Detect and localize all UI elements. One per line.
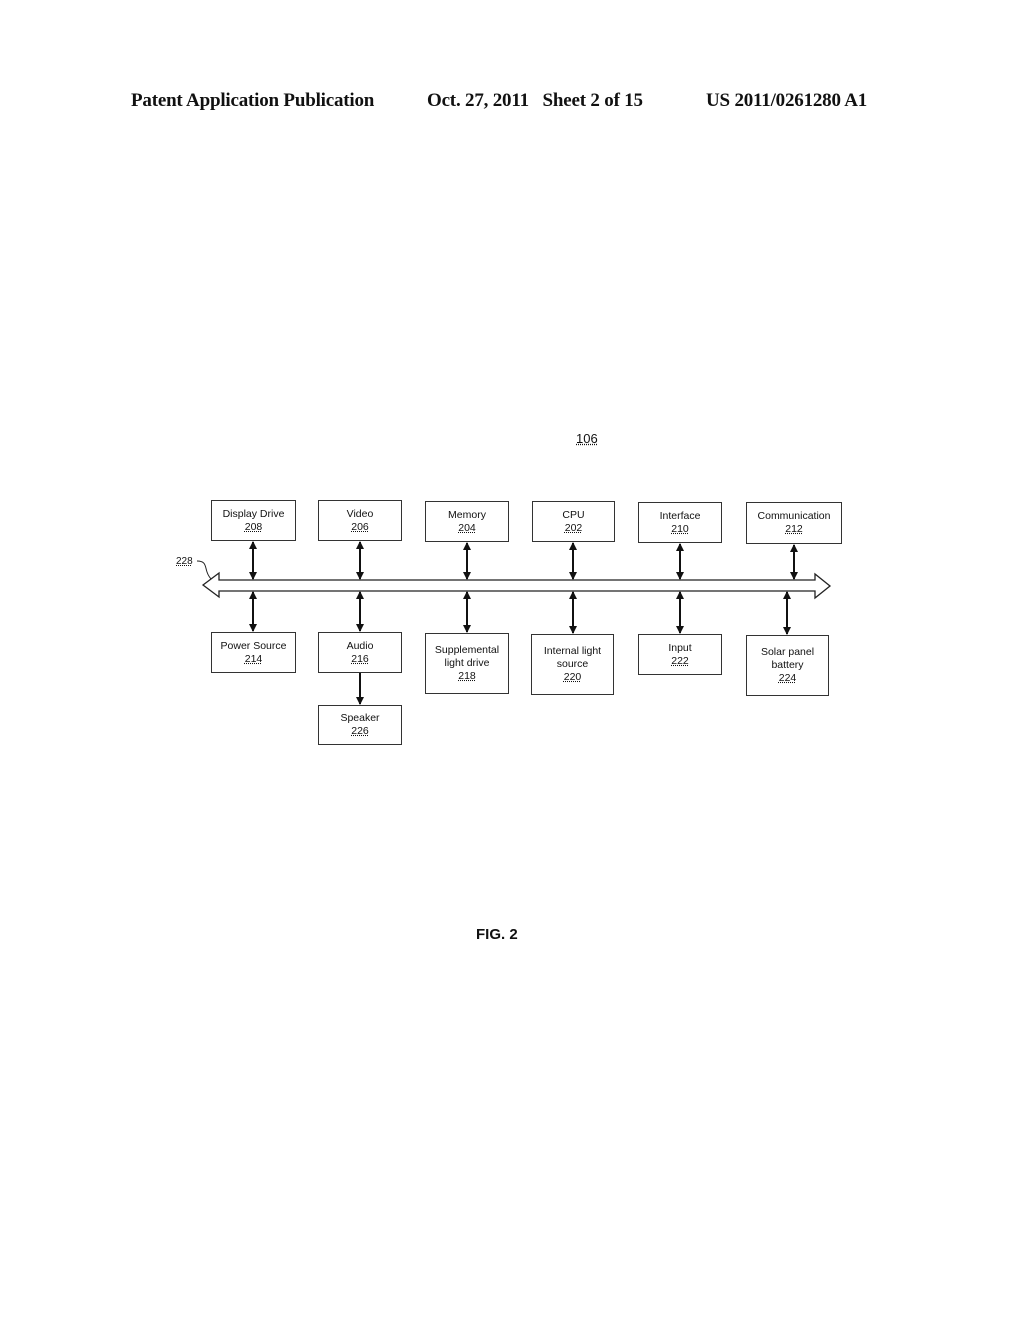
box-number: 206 — [351, 520, 369, 533]
box-number: 226 — [351, 725, 369, 737]
interface-box: Interface 210 — [638, 502, 722, 543]
supplemental-light-drive-box: Supplemental light drive 218 — [425, 633, 509, 694]
internal-light-source-box: Internal light source 220 — [531, 634, 614, 695]
box-label: Interface — [659, 509, 701, 522]
box-number: 216 — [351, 652, 369, 665]
box-number: 208 — [244, 520, 263, 533]
box-number: 214 — [244, 652, 263, 665]
box-label: Input — [668, 641, 692, 654]
box-label: Communication — [757, 510, 831, 522]
box-number: 204 — [458, 521, 476, 534]
box-label-line1: Supplemental — [434, 644, 500, 656]
cpu-box: CPU 202 — [532, 501, 615, 542]
box-number: 210 — [671, 522, 689, 535]
box-label: Video — [346, 507, 374, 520]
box-number: 222 — [671, 654, 689, 667]
audio-box: Audio 216 — [318, 632, 402, 673]
connection-lines — [196, 541, 832, 705]
box-label: Memory — [448, 508, 486, 521]
box-number: 218 — [458, 670, 476, 682]
input-box: Input 222 — [638, 634, 722, 675]
box-label: Speaker — [340, 712, 380, 724]
display-drive-box: Display Drive 208 — [211, 500, 296, 541]
system-bus — [201, 571, 832, 600]
box-label: Audio — [346, 639, 374, 652]
box-number: 224 — [778, 672, 797, 684]
video-box: Video 206 — [318, 500, 402, 541]
box-number: 220 — [563, 671, 582, 683]
figure-label: FIG. 2 — [476, 926, 518, 943]
memory-box: Memory 204 — [425, 501, 509, 542]
box-label-line2: source — [556, 658, 589, 670]
box-label-line1: Internal light — [543, 645, 602, 657]
communication-box: Communication 212 — [746, 502, 842, 544]
box-label-line2: light drive — [444, 657, 490, 669]
box-label: Display Drive — [222, 507, 285, 520]
speaker-box: Speaker 226 — [318, 705, 402, 745]
box-label: Power Source — [220, 639, 287, 652]
solar-panel-battery-box: Solar panel battery 224 — [746, 635, 829, 696]
box-label-line2: battery — [771, 659, 804, 671]
box-number: 212 — [785, 523, 803, 535]
box-label-line1: Solar panel — [760, 646, 815, 658]
box-label: CPU — [562, 508, 585, 521]
power-source-box: Power Source 214 — [211, 632, 296, 673]
box-number: 202 — [564, 521, 583, 534]
